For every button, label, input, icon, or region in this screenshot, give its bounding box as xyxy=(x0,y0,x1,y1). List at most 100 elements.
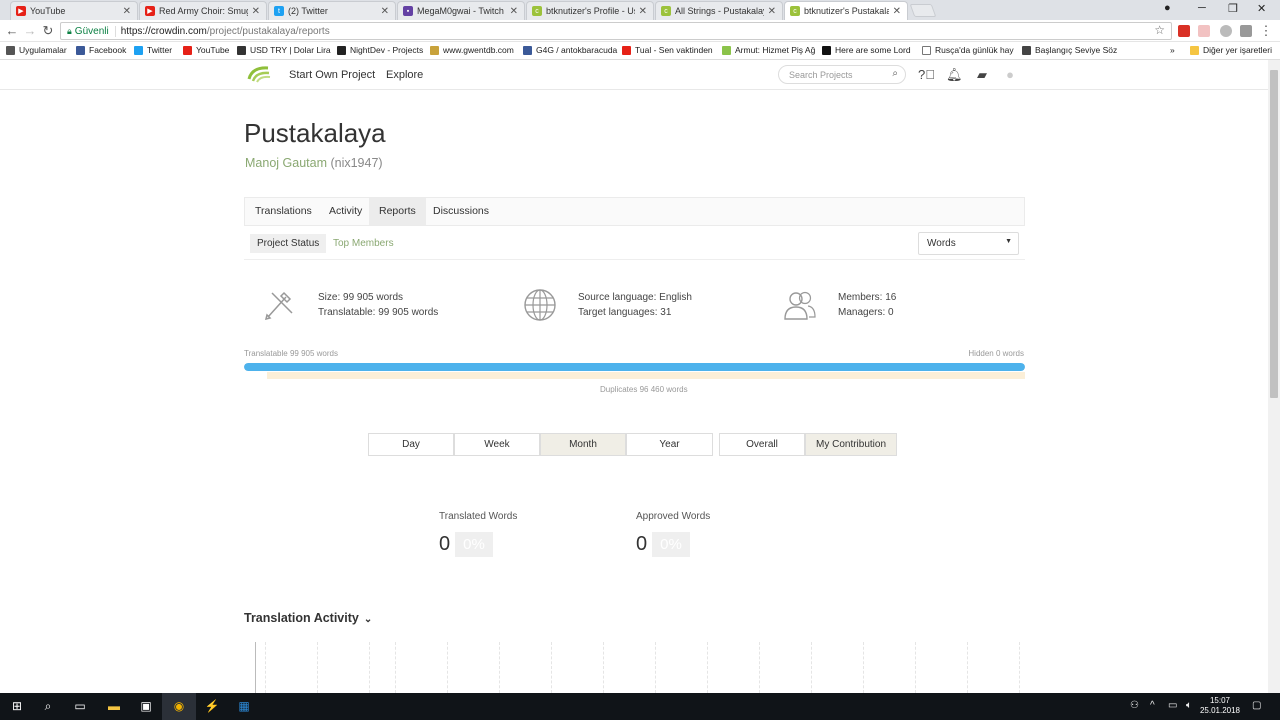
browser-tab[interactable]: t (2) Twitter ✕ xyxy=(268,1,396,20)
duplicates-label: Duplicates 96 460 words xyxy=(600,385,688,394)
bookmark-item[interactable]: NightDev - Projects xyxy=(337,45,423,55)
browser-tabstrip: ▶ YouTube ✕ ▶ Red Army Choir: Smuglia ✕ … xyxy=(0,0,1280,20)
bookmark-item[interactable]: Diğer yer işaretleri xyxy=(1190,45,1272,55)
browser-tab[interactable]: ▶ YouTube ✕ xyxy=(10,1,138,20)
period-day-button[interactable]: Day xyxy=(368,433,454,456)
tab-translations[interactable]: Translations xyxy=(245,198,322,225)
search-icon[interactable]: ⌕ xyxy=(892,68,898,79)
bookmarks-overflow-icon[interactable]: » xyxy=(1170,45,1175,55)
close-icon[interactable]: ✕ xyxy=(381,6,389,17)
chrome-taskbar-item[interactable]: ◉ xyxy=(162,693,196,720)
hidden-label: Hidden 0 words xyxy=(968,349,1024,358)
tab-discussions[interactable]: Discussions xyxy=(423,198,499,225)
period-year-button[interactable]: Year xyxy=(626,433,713,456)
period-month-button[interactable]: Month xyxy=(540,433,626,456)
close-icon[interactable]: ✕ xyxy=(768,6,776,17)
bookmark-item[interactable]: Rusça'da günlük hay xyxy=(922,45,1014,55)
twitter-icon xyxy=(134,45,143,55)
volume-icon[interactable]: 🔈︎ xyxy=(1186,700,1192,711)
page-scrollbar[interactable] xyxy=(1268,60,1280,693)
notifications-bell-icon[interactable]: 🔔︎ xyxy=(946,67,963,83)
bookmark-item[interactable]: Here are some Lord xyxy=(822,45,911,55)
bookmark-item[interactable]: Uygulamalar xyxy=(6,45,67,55)
browser-tab[interactable]: c btknutizer's Profile - User ✕ xyxy=(526,1,654,20)
browser-tab[interactable]: c All Strings - Pustakalaya ✕ xyxy=(655,1,783,20)
search-icon[interactable]: ⌕ xyxy=(40,698,56,714)
close-icon[interactable]: ✕ xyxy=(893,6,901,17)
tray-chevron-icon[interactable]: ^ xyxy=(1150,700,1155,711)
translation-activity-toggle[interactable]: Translation Activity ⌄ xyxy=(244,611,372,625)
menu-icon[interactable]: ⋮ xyxy=(1258,23,1274,39)
task-view-icon[interactable]: ▭ xyxy=(72,698,88,714)
help-icon[interactable]: ?⃝ xyxy=(918,67,935,83)
close-icon[interactable]: ✕ xyxy=(252,6,260,17)
managers-value: Managers: 0 xyxy=(838,307,894,318)
bookmark-item[interactable]: www.gwentdb.com xyxy=(430,45,514,55)
chevron-down-icon: ⌄ xyxy=(363,614,373,625)
app-icon[interactable]: ▦ xyxy=(236,698,252,714)
project-tabs: Translations Activity Reports Discussion… xyxy=(244,197,1025,226)
reload-icon[interactable]: ↻ xyxy=(40,23,56,39)
bookmark-star-icon[interactable]: ☆ xyxy=(1154,23,1165,37)
app-icon[interactable]: ⚡ xyxy=(204,698,220,714)
extension-icon[interactable] xyxy=(1198,25,1210,37)
subtab-project-status[interactable]: Project Status xyxy=(250,234,327,253)
address-bar[interactable]: 🔒︎ Güvenli https://crowdin.com/project/p… xyxy=(60,22,1172,40)
bookmark-item[interactable]: Armut: Hizmet Piş Ağ xyxy=(722,45,815,55)
new-tab-button[interactable] xyxy=(909,4,937,17)
crowdin-logo-icon[interactable] xyxy=(246,65,272,85)
unit-select[interactable]: Words ▼ xyxy=(918,232,1019,255)
scope-overall-button[interactable]: Overall xyxy=(719,433,805,456)
profile-icon[interactable]: ● xyxy=(1164,2,1171,14)
window-close-icon[interactable]: ✕ xyxy=(1257,2,1266,15)
browser-tab-active[interactable]: c btknutizer's Pustakalaya ✕ xyxy=(784,1,908,20)
tab-reports[interactable]: Reports xyxy=(369,198,426,225)
extension-icon[interactable] xyxy=(1220,25,1232,37)
bookmark-item[interactable]: Twitter xyxy=(134,45,172,55)
apps-icon xyxy=(6,45,15,55)
close-icon[interactable]: ✕ xyxy=(123,6,131,17)
network-icon[interactable]: ▭ xyxy=(1168,700,1177,711)
page-icon xyxy=(922,45,931,55)
scrollbar-thumb[interactable] xyxy=(1270,70,1278,398)
browser-tab[interactable]: ▶ Red Army Choir: Smuglia ✕ xyxy=(139,1,267,20)
close-icon[interactable]: ✕ xyxy=(510,6,518,17)
project-owner[interactable]: Manoj Gautam (nix1947) xyxy=(245,156,383,170)
bookmark-item[interactable]: USD TRY | Dolar Lira xyxy=(237,45,331,55)
explore-link[interactable]: Explore xyxy=(386,69,423,81)
start-own-project-link[interactable]: Start Own Project xyxy=(289,69,375,81)
bookmark-item[interactable]: YouTube xyxy=(183,45,229,55)
tab-title: MegaM0gwai - Twitch xyxy=(417,6,504,16)
period-week-button[interactable]: Week xyxy=(454,433,540,456)
url-host: https://crowdin.com xyxy=(120,25,207,37)
bookmark-item[interactable]: Tual - Sen vaktinden xyxy=(622,45,713,55)
maximize-icon[interactable]: ❐ xyxy=(1228,2,1238,15)
gridline xyxy=(967,642,968,693)
close-icon[interactable]: ✕ xyxy=(639,6,647,17)
search-input[interactable]: Search Projects ⌕ xyxy=(778,65,906,84)
bookmark-item[interactable]: Başlangıç Seviye Söz xyxy=(1022,45,1117,55)
notifications-icon[interactable]: ▢ xyxy=(1252,700,1261,711)
extension-icon[interactable] xyxy=(1178,25,1190,37)
bookmark-item[interactable]: Facebook xyxy=(76,45,126,55)
browser-tab[interactable]: ▪ MegaM0gwai - Twitch ✕ xyxy=(397,1,525,20)
store-icon[interactable]: ▣ xyxy=(138,698,154,714)
minimize-icon[interactable]: ─ xyxy=(1198,2,1206,14)
subtab-top-members[interactable]: Top Members xyxy=(326,234,401,253)
forward-icon[interactable]: → xyxy=(22,23,38,38)
people-icon[interactable]: ⚇ xyxy=(1130,700,1139,711)
windows-start-icon[interactable]: ⊞ xyxy=(9,698,25,714)
user-avatar-icon[interactable]: ● xyxy=(1002,67,1018,83)
scope-my-contribution-button[interactable]: My Contribution xyxy=(805,433,897,456)
bookmark-item[interactable]: G4G / antokbaracuda xyxy=(523,45,617,55)
messages-icon[interactable]: ▰ xyxy=(974,67,990,83)
tab-activity[interactable]: Activity xyxy=(319,198,372,225)
bookmark-label: YouTube xyxy=(196,45,230,55)
camera-icon[interactable] xyxy=(1240,25,1252,37)
taskbar-clock[interactable]: 15:07 25.01.2018 xyxy=(1200,696,1240,716)
crowdin-icon: c xyxy=(661,6,671,16)
file-explorer-icon[interactable]: ▬ xyxy=(106,698,122,714)
owner-name[interactable]: Manoj Gautam xyxy=(245,156,327,170)
tab-title: Red Army Choir: Smuglia xyxy=(159,6,248,16)
back-icon[interactable]: ← xyxy=(4,23,20,38)
